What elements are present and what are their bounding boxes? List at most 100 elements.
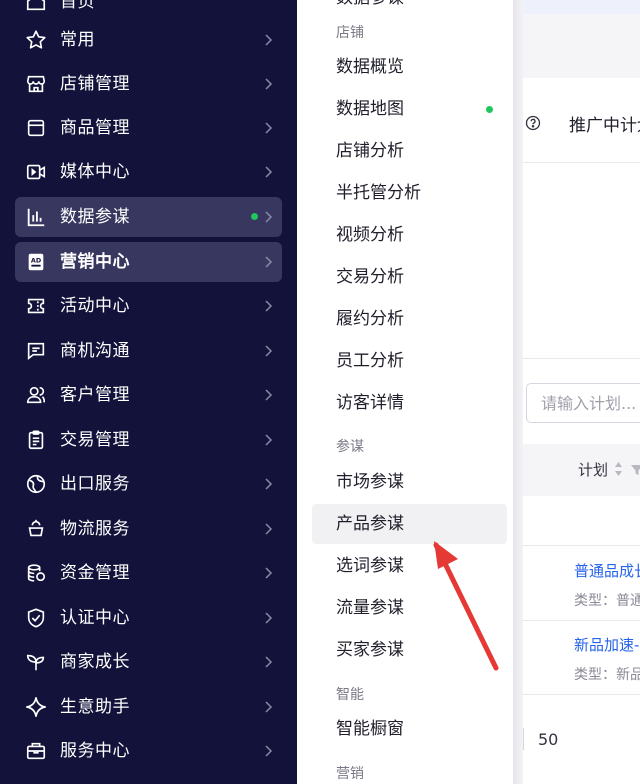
sidebar-item-label: 商机沟通	[60, 341, 130, 361]
svg-text:AD: AD	[31, 256, 41, 264]
sidebar-item-trade-management[interactable]: 交易管理	[15, 420, 282, 460]
shield-check-icon	[25, 607, 47, 629]
ad-icon: AD	[25, 251, 47, 273]
sidebar-item-store-management[interactable]: 店铺管理	[15, 64, 282, 104]
sort-icon[interactable]	[613, 460, 624, 478]
submenu-item-label: 半托管分析	[336, 183, 421, 203]
sidebar-item-label: 店铺管理	[60, 74, 130, 94]
product-icon	[25, 117, 47, 139]
plan-type: 类型：普通	[574, 593, 640, 609]
submenu-item-store-analysis[interactable]: 店铺分析	[312, 131, 507, 171]
sidebar-item-business-assistant[interactable]: 生意助手	[15, 687, 282, 727]
red-arrow-icon	[433, 541, 499, 671]
divider	[523, 162, 640, 163]
submenu-item-smart-showcase[interactable]: 智能橱窗	[312, 709, 507, 749]
submenu-group-title-marketing: 营销	[336, 766, 364, 782]
sidebar-item-label: 客户管理	[60, 385, 130, 405]
chevron-right-icon	[260, 476, 276, 492]
sidebar-item-merchant-growth[interactable]: 商家成长	[15, 642, 282, 682]
submenu-item-visitor-details[interactable]: 访客详情	[312, 383, 507, 423]
sidebar-item-label: 首页	[60, 0, 95, 12]
submenu-item-label: 员工分析	[336, 351, 404, 371]
new-dot-indicator	[486, 106, 493, 113]
sidebar-item-home[interactable]: 首页	[15, 0, 282, 22]
sidebar-item-logistics-services[interactable]: 物流服务	[15, 509, 282, 549]
chevron-right-icon	[260, 254, 276, 270]
main-sidebar: 首页 常用 店铺管理 商品管理 媒体中心 数据参谋 AD 营销中心 活动中心 商…	[0, 0, 297, 784]
ticket-icon	[25, 295, 47, 317]
submenu-item-label: 履约分析	[336, 309, 404, 329]
home-icon	[25, 0, 47, 13]
store-icon	[25, 73, 47, 95]
submenu-item-video-analysis[interactable]: 视频分析	[312, 215, 507, 255]
chevron-right-icon	[260, 120, 276, 136]
sidebar-item-funds-management[interactable]: 资金管理	[15, 553, 282, 593]
chevron-right-icon	[260, 387, 276, 403]
sidebar-item-label: 活动中心	[60, 296, 130, 316]
users-icon	[25, 384, 47, 406]
submenu-item-label: 市场参谋	[336, 472, 404, 492]
sidebar-item-customer-management[interactable]: 客户管理	[15, 375, 282, 415]
plan-search-input[interactable]	[526, 383, 640, 423]
sidebar-item-label: 常用	[60, 30, 95, 50]
submenu-item-fulfillment-analysis[interactable]: 履约分析	[312, 299, 507, 339]
flyout-shadow	[513, 0, 523, 784]
sidebar-item-marketing-center[interactable]: AD 营销中心	[15, 242, 282, 282]
chevron-right-icon	[260, 699, 276, 715]
submenu-item-header-cut[interactable]: 数据参谋	[312, 0, 507, 18]
sidebar-item-label: 数据参谋	[60, 207, 130, 227]
chevron-right-icon	[260, 76, 276, 92]
submenu-group-title-advisor: 参谋	[336, 439, 364, 455]
sidebar-item-label: 物流服务	[60, 519, 130, 539]
submenu-item-market-advisor[interactable]: 市场参谋	[312, 462, 507, 502]
plan-name-link[interactable]: 新品加速-	[574, 634, 639, 655]
submenu-item-data-map[interactable]: 数据地图	[312, 89, 507, 129]
column-header-plan[interactable]: 计划	[578, 459, 608, 480]
sidebar-item-label: 生意助手	[60, 697, 130, 717]
chevron-right-icon	[260, 164, 276, 180]
sidebar-item-label: 交易管理	[60, 430, 130, 450]
sidebar-item-favorites[interactable]: 常用	[15, 20, 282, 60]
divider	[523, 358, 640, 359]
submenu-item-semi-managed-analysis[interactable]: 半托管分析	[312, 173, 507, 213]
sidebar-item-certification-center[interactable]: 认证中心	[15, 598, 282, 638]
submenu-item-data-overview[interactable]: 数据概览	[312, 47, 507, 87]
chevron-right-icon	[260, 32, 276, 48]
submenu-item-label: 流量参谋	[336, 598, 404, 618]
sprout-icon	[25, 651, 47, 673]
submenu-item-label: 店铺分析	[336, 141, 404, 161]
plans-table-header: 计划	[523, 444, 640, 496]
chevron-right-icon	[260, 209, 276, 225]
plan-name-link[interactable]: 普通品成长	[574, 560, 640, 581]
divider	[523, 728, 524, 750]
sidebar-item-data-advisor[interactable]: 数据参谋	[15, 197, 282, 237]
sidebar-item-business-chat[interactable]: 商机沟通	[15, 331, 282, 371]
promotion-plans-title: 推广中计划	[569, 116, 640, 136]
truck-icon	[25, 518, 47, 540]
sidebar-item-media-center[interactable]: 媒体中心	[15, 152, 282, 192]
submenu-item-trade-analysis[interactable]: 交易分析	[312, 257, 507, 297]
sidebar-item-product-management[interactable]: 商品管理	[15, 108, 282, 148]
submenu-item-label: 选词参谋	[336, 556, 404, 576]
submenu-item-label: 买家参谋	[336, 640, 404, 660]
chevron-right-icon	[260, 565, 276, 581]
sidebar-item-export-services[interactable]: 出口服务	[15, 464, 282, 504]
sidebar-item-activity-center[interactable]: 活动中心	[15, 286, 282, 326]
clipboard-icon	[25, 429, 47, 451]
submenu-item-staff-analysis[interactable]: 员工分析	[312, 341, 507, 381]
page-size-select[interactable]: 50	[538, 730, 558, 749]
sidebar-item-label: 媒体中心	[60, 162, 130, 182]
chevron-right-icon	[260, 521, 276, 537]
submenu-item-label: 视频分析	[336, 225, 404, 245]
divider	[523, 545, 640, 546]
sidebar-item-service-center[interactable]: 服务中心	[15, 731, 282, 771]
submenu-item-label: 访客详情	[336, 393, 404, 413]
sidebar-item-label: 商家成长	[60, 652, 130, 672]
new-dot-indicator	[251, 213, 258, 220]
submenu-item-label: 数据参谋	[336, 0, 404, 9]
submenu-item-label: 交易分析	[336, 267, 404, 287]
filter-icon[interactable]	[630, 462, 640, 476]
sidebar-item-label: 营销中心	[60, 252, 130, 272]
question-circle-icon[interactable]	[525, 115, 541, 131]
video-icon	[25, 161, 47, 183]
